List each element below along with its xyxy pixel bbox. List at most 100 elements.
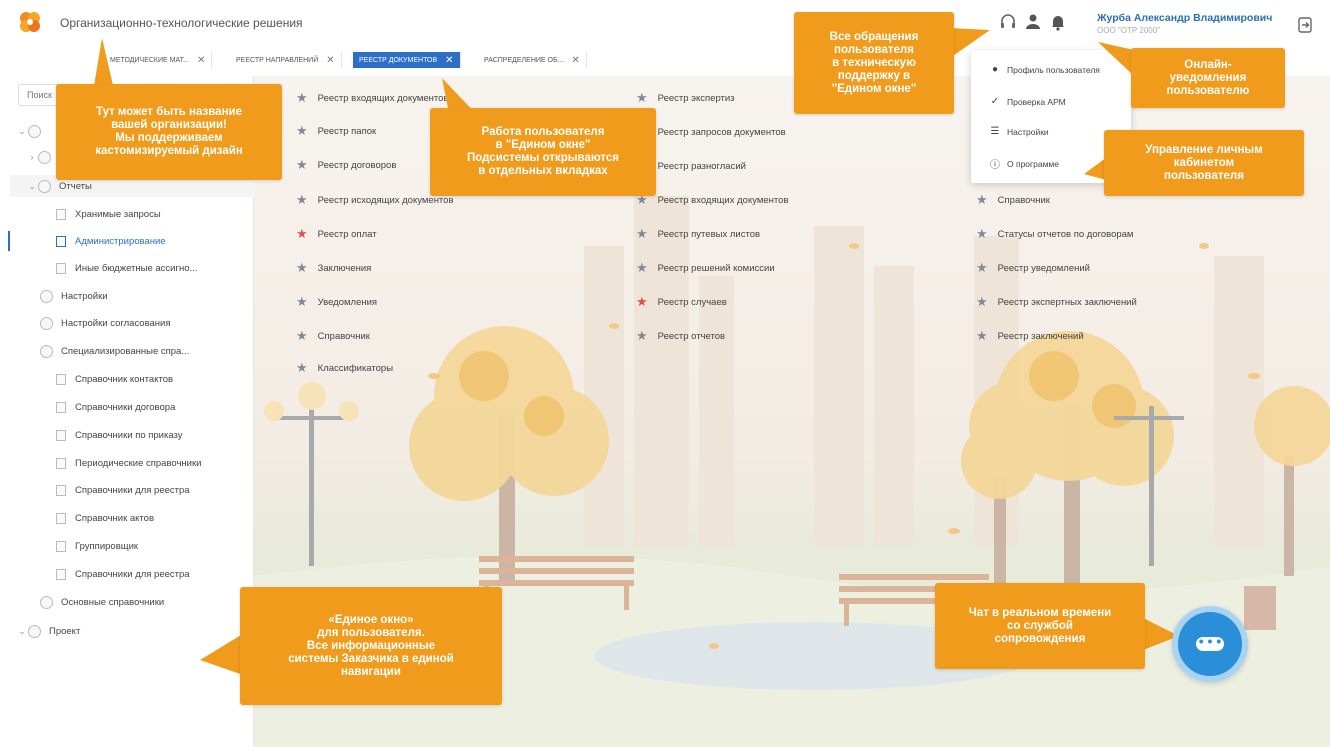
star-icon[interactable]: ★ [976, 294, 988, 310]
logout-icon[interactable] [1296, 16, 1314, 34]
registry-label: Реестр решений комиссии [657, 262, 775, 274]
registry-link[interactable]: ★ Реестр папок [296, 123, 376, 139]
tree-item[interactable]: Справочник актов [56, 507, 154, 529]
tree-item-label: Группировщик [75, 540, 139, 552]
selection-indicator [8, 231, 10, 251]
chevron-down-icon[interactable]: ⌄ [16, 626, 28, 637]
tree-item[interactable]: Справочники договора [56, 396, 175, 418]
star-icon[interactable]: ★ [296, 226, 308, 242]
registry-link[interactable]: ★ Классификаторы [296, 360, 393, 376]
registry-link[interactable]: ★ Реестр уведомлений [976, 260, 1090, 276]
chevron-right-icon[interactable]: › [26, 152, 38, 162]
registry-link[interactable]: ★ Реестр входящих документов [296, 90, 449, 106]
chevron-down-icon[interactable]: ⌄ [26, 181, 38, 192]
tree-item[interactable]: Справочники по приказу [56, 424, 183, 446]
star-icon[interactable]: ★ [636, 90, 648, 106]
document-icon [56, 568, 66, 580]
close-icon[interactable]: ✕ [445, 55, 453, 66]
tree-item-label: Хранимые запросы [75, 208, 161, 220]
tree-item[interactable]: Специализированные спра... [40, 340, 189, 362]
star-icon[interactable]: ★ [296, 90, 308, 106]
star-icon[interactable]: ★ [296, 157, 308, 173]
star-icon[interactable]: ★ [296, 294, 308, 310]
registry-link[interactable]: ★ Реестр путевых листов [636, 226, 760, 242]
document-icon [56, 235, 66, 247]
chevron-down-icon[interactable]: ⌄ [16, 126, 28, 137]
tab-methodical[interactable]: Методические мат... ✕ [104, 52, 213, 68]
menu-item-arm-check[interactable]: ✓ Проверка АРМ [989, 96, 1066, 107]
registry-link[interactable]: ★ Справочник [296, 328, 370, 344]
registry-link[interactable]: ★ Реестр оплат [296, 226, 377, 242]
document-icon [56, 429, 66, 441]
tree-item-project[interactable]: ⌄ Проект [16, 620, 80, 642]
star-icon[interactable]: ★ [976, 328, 988, 344]
folder-icon [38, 150, 51, 164]
registry-link[interactable]: ★ Реестр заключений [976, 328, 1084, 344]
registry-link[interactable]: ★ Уведомления [296, 294, 377, 310]
tree-item-label: Основные справочники [61, 596, 165, 608]
registry-link[interactable]: ★ Реестр экспертиз [636, 90, 735, 106]
tree-item[interactable]: › [26, 146, 59, 168]
bell-icon[interactable] [1048, 12, 1068, 32]
star-icon[interactable]: ★ [976, 226, 988, 242]
registry-label: Классификаторы [317, 362, 394, 374]
logo-icon[interactable] [18, 10, 42, 34]
close-icon[interactable]: ✕ [571, 55, 579, 66]
registry-link[interactable]: ★ Справочник [976, 192, 1050, 208]
tree-item[interactable]: Справочник контактов [56, 368, 173, 390]
tree-item-administration[interactable]: Администрирование [56, 230, 166, 252]
registry-label: Справочник [317, 330, 370, 342]
registry-label: Заключения [317, 262, 372, 274]
tree-item[interactable]: Иные бюджетные ассигно... [56, 257, 197, 279]
registry-link[interactable]: ★ Реестр случаев [636, 294, 727, 310]
user-name[interactable]: Журба Александр Владимирович [1097, 12, 1272, 24]
registry-link[interactable]: ★Реестр запросов документов [636, 124, 786, 140]
tree-item[interactable]: Основные справочники [40, 591, 164, 613]
callout-single-window-tabs: Работа пользователя в "Едином окне" Подс… [430, 108, 656, 196]
tree-item-label: Справочник контактов [75, 373, 174, 385]
star-icon[interactable]: ★ [296, 260, 308, 276]
registry-link[interactable]: ★ Статусы отчетов по договорам [976, 226, 1133, 242]
star-icon[interactable]: ★ [636, 260, 648, 276]
star-icon[interactable]: ★ [296, 360, 308, 376]
user-icon[interactable] [1023, 12, 1043, 32]
callout-personal-cabinet: Управление личным кабинетом пользователя [1104, 130, 1304, 196]
star-icon[interactable]: ★ [296, 123, 308, 139]
tree-item[interactable]: Справочники для реестра [56, 563, 190, 585]
tree-item[interactable]: Хранимые запросы [56, 203, 161, 225]
chat-button[interactable]: • • • [1172, 606, 1248, 682]
info-icon: ⓘ [990, 160, 1000, 171]
star-icon[interactable]: ★ [976, 192, 988, 208]
star-icon[interactable]: ★ [636, 328, 648, 344]
registry-link[interactable]: ★ Реестр отчетов [636, 328, 725, 344]
registry-link[interactable]: ★ Реестр договоров [296, 157, 396, 173]
tab-directions[interactable]: Реестр направлений ✕ [230, 52, 342, 68]
registry-label: Реестр исходящих документов [317, 194, 454, 206]
tree-item[interactable]: Справочники для реестра [56, 479, 190, 501]
tab-distribution[interactable]: Распределение об... ✕ [478, 52, 587, 68]
registry-link[interactable]: ★ Реестр экспертных заключений [976, 294, 1137, 310]
registry-label: Реестр случаев [657, 296, 727, 308]
star-icon[interactable]: ★ [296, 328, 308, 344]
menu-item-about[interactable]: ⓘ О программе [989, 156, 1059, 172]
tree-item[interactable]: Периодические справочники [56, 452, 201, 474]
star-icon[interactable]: ★ [636, 294, 648, 310]
star-icon[interactable]: ★ [976, 260, 988, 276]
tree-item[interactable]: Группировщик [56, 535, 138, 557]
document-icon [56, 457, 66, 469]
headset-icon[interactable] [998, 12, 1018, 32]
tab-documents[interactable]: Реестр документов ✕ [353, 52, 461, 68]
menu-item-profile[interactable]: ● Профиль пользователя [989, 64, 1100, 75]
tree-item[interactable]: ⌄ [16, 120, 49, 142]
registry-link[interactable]: ★ Реестр входящих документов [636, 192, 789, 208]
tree-item-settings[interactable]: Настройки [40, 285, 108, 307]
tree-item[interactable]: Настройки согласования [40, 312, 171, 334]
menu-item-settings[interactable]: ☰ Настройки [989, 126, 1049, 137]
registry-link[interactable]: ★ Реестр решений комиссии [636, 260, 775, 276]
registry-link[interactable]: ★ Заключения [296, 260, 371, 276]
star-icon[interactable]: ★ [296, 192, 308, 208]
star-icon[interactable]: ★ [636, 226, 648, 242]
folder-icon [40, 595, 53, 609]
close-icon[interactable]: ✕ [197, 55, 205, 66]
close-icon[interactable]: ✕ [326, 55, 334, 66]
